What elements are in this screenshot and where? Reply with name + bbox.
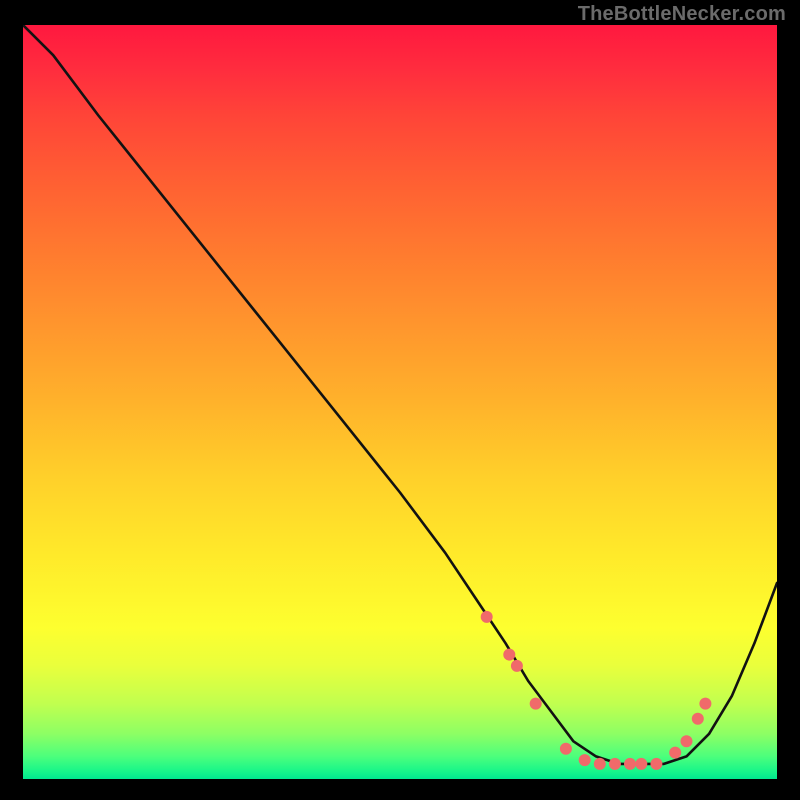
highlight-dot [560, 743, 572, 755]
chart-frame: TheBottleNecker.com [0, 0, 800, 800]
highlight-dots-group [481, 611, 712, 770]
highlight-dot [692, 713, 704, 725]
highlight-dot [669, 747, 681, 759]
bottleneck-curve-svg [23, 25, 777, 779]
highlight-dot [650, 758, 662, 770]
highlight-dot [503, 649, 515, 661]
highlight-dot [699, 698, 711, 710]
highlight-dot [530, 698, 542, 710]
bottleneck-curve-path [23, 25, 777, 764]
highlight-dot [481, 611, 493, 623]
highlight-dot [609, 758, 621, 770]
highlight-dot [594, 758, 606, 770]
highlight-dot [681, 735, 693, 747]
highlight-dot [579, 754, 591, 766]
watermark-text: TheBottleNecker.com [578, 3, 786, 26]
highlight-dot [511, 660, 523, 672]
highlight-dot [635, 758, 647, 770]
highlight-dot [624, 758, 636, 770]
